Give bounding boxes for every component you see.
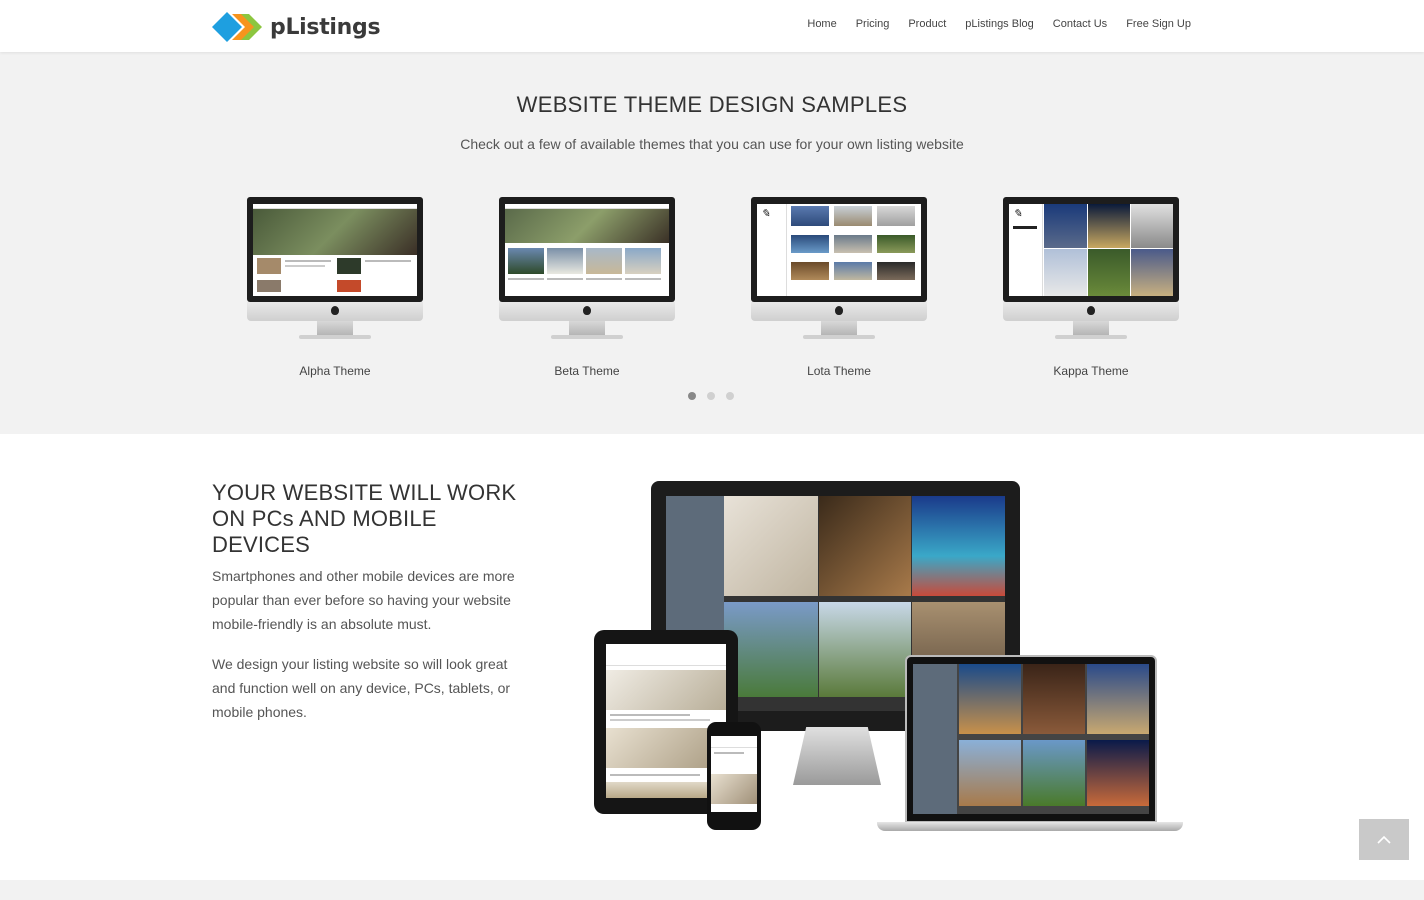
laptop-base — [877, 822, 1183, 831]
footer-strip — [0, 880, 1424, 900]
site-header: pListings Home Pricing Product pListings… — [0, 0, 1424, 52]
nav-contact[interactable]: Contact Us — [1053, 18, 1107, 30]
phone-mockup — [707, 722, 761, 830]
devices-illustration — [0, 0, 1424, 900]
nav-home[interactable]: Home — [807, 18, 836, 30]
desktop-stand — [793, 727, 881, 785]
back-to-top-button[interactable] — [1359, 819, 1409, 860]
main-nav: Home Pricing Product pListings Blog Cont… — [807, 18, 1191, 30]
nav-blog[interactable]: pListings Blog — [965, 18, 1034, 30]
logo[interactable]: pListings — [212, 10, 381, 44]
nav-pricing[interactable]: Pricing — [856, 18, 890, 30]
nav-free-sign-up[interactable]: Free Sign Up — [1126, 18, 1191, 30]
nav-product[interactable]: Product — [908, 18, 946, 30]
laptop-mockup — [905, 655, 1157, 823]
brand-name: pListings — [270, 14, 381, 40]
plistings-logo-icon — [212, 12, 262, 42]
chevron-up-icon — [1377, 835, 1391, 844]
devices-section: YOUR WEBSITE WILL WORK ON PCs AND MOBILE… — [0, 434, 1424, 880]
